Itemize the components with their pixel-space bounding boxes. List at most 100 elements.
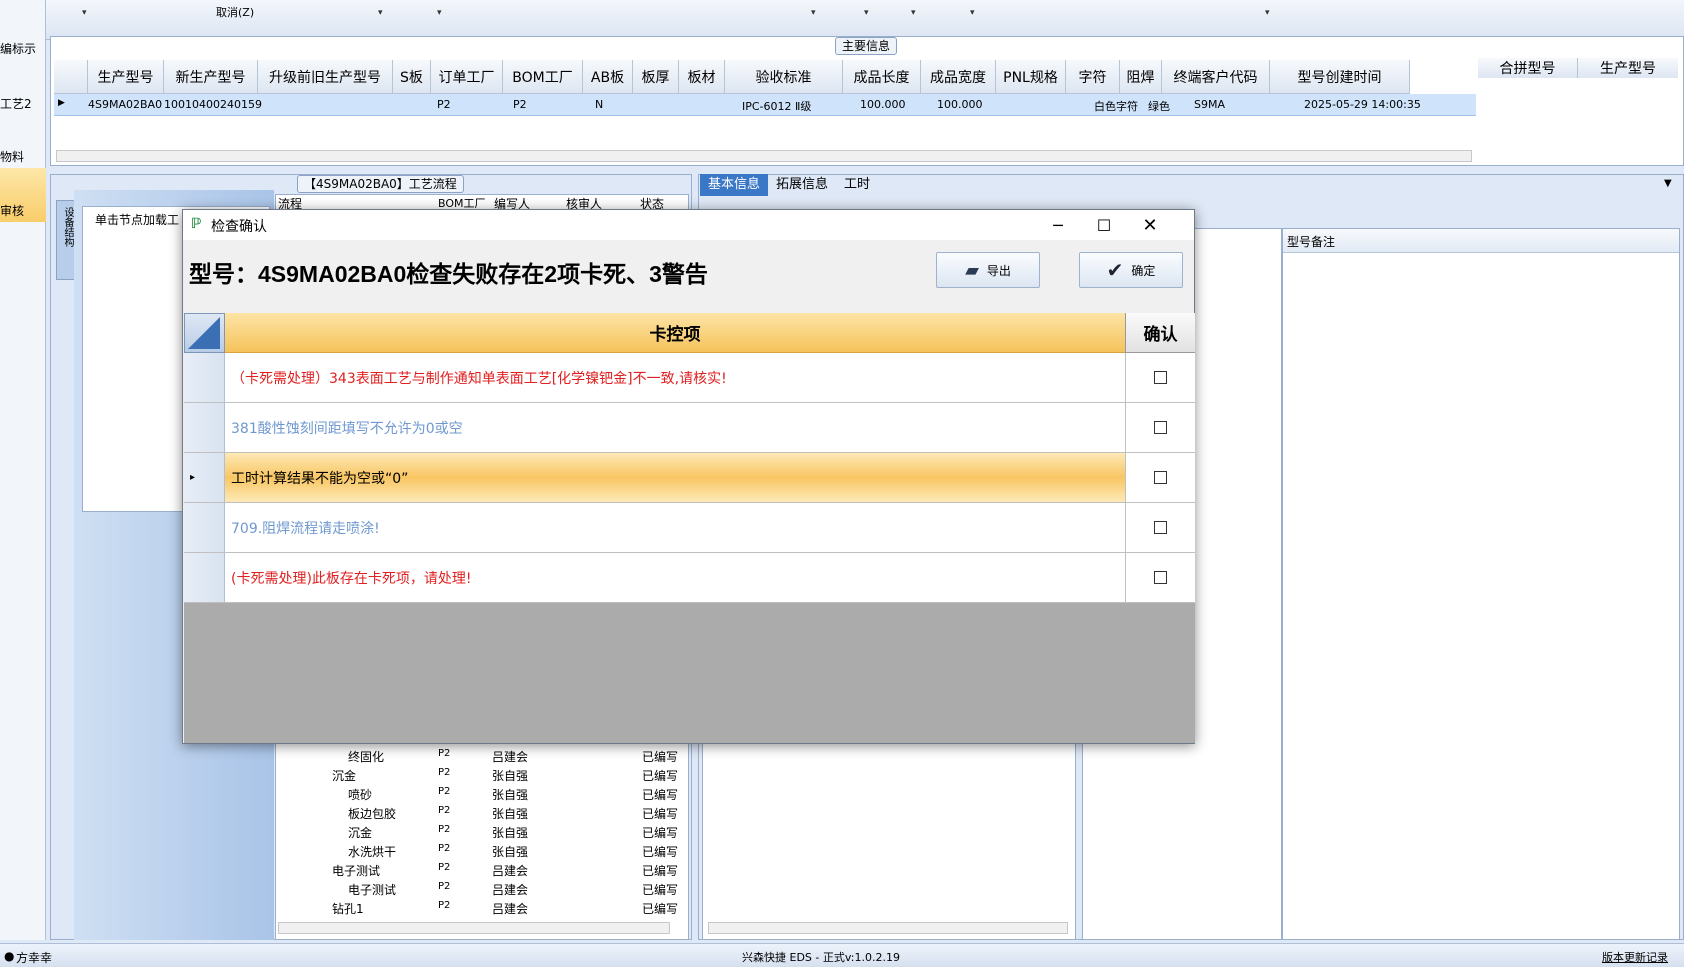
tree-cell-status: 已编写 [642,864,679,878]
tree-cell-status: 已编写 [642,902,679,916]
row-header[interactable] [184,403,225,452]
tree-cell-writer: 张自强 [492,845,529,859]
main-grid-header: 生产型号 新生产型号 升级前旧生产型号 S板 订单工厂 BOM工厂 AB板 板厚… [54,60,1410,94]
dropdown-arrow-icon[interactable]: ▾ [437,8,442,18]
dropdown-arrow-icon[interactable]: ▾ [970,8,975,18]
row-header[interactable]: ▸ [184,453,225,502]
dialog-headline: 型号：4S9MA02BA0检查失败存在2项卡死、3警告 [189,261,708,287]
dropdown-arrow-icon[interactable]: ▾ [82,8,87,18]
chevron-down-icon[interactable]: ▼ [1664,178,1672,189]
grid-column-header[interactable]: 成品宽度 [921,60,996,94]
table-row[interactable]: (卡死需处理)此板存在卡死项，请处理! [184,553,1195,603]
row-header[interactable] [184,353,225,402]
tree-node-name[interactable]: 钻孔1 [332,900,364,919]
row-header[interactable] [184,553,225,602]
grid-column-header[interactable]: AB板 [583,60,633,94]
tree-node-name[interactable]: 电子测试 [348,881,396,900]
vertical-tab[interactable]: 设备结构 [56,200,76,280]
confirm-checkbox[interactable] [1125,453,1195,502]
grid-column-header[interactable]: 验收标准 [725,60,843,94]
table-row[interactable]: （卡死需处理）343表面工艺与制作通知单表面工艺[化学镍钯金]不一致,请核实! [184,353,1195,403]
tree-cell-factory: P2 [438,786,451,797]
col-control-item[interactable]: 卡控项 [225,313,1125,353]
minimize-icon[interactable]: ─ [1035,210,1081,240]
grid-column-header[interactable]: 升级前旧生产型号 [258,60,393,94]
table-row[interactable]: ▶ 4S9MA02BA0 10010400240159 P2 P2 N IPC-… [54,94,1476,116]
confirm-checkbox[interactable] [1125,353,1195,402]
tree-node-name[interactable]: 电子测试 [332,862,380,881]
tree-cell-factory: P2 [438,881,451,892]
tree-node-name[interactable]: 喷砂 [348,786,372,805]
grid-column-header[interactable]: 板材 [679,60,725,94]
col-confirm[interactable]: 确认 [1125,313,1195,353]
grid-column-header[interactable]: S板 [393,60,431,94]
ok-button[interactable]: ✔ 确定 [1079,252,1183,288]
tree-hscrollbar[interactable] [278,922,670,934]
merge-column-header[interactable]: 合拼型号 [1478,58,1578,78]
dropdown-arrow-icon[interactable]: ▾ [864,8,869,18]
table-row[interactable]: 709.阻焊流程请走喷涂! [184,503,1195,553]
close-icon[interactable]: ✕ [1127,210,1173,240]
tree-node-name[interactable]: 沉金 [348,824,372,843]
dropdown-arrow-icon[interactable]: ▾ [811,8,816,18]
left-nav-item[interactable]: 审核 [0,202,24,219]
tree-cell-writer: 张自强 [492,769,529,783]
tree-cell-factory: P2 [438,805,451,816]
tab-basic-info[interactable]: 基本信息 [700,174,769,196]
tab-work-hours[interactable]: 工时 [836,174,878,196]
cell-width: 100.000 [937,98,983,111]
grid-column-header[interactable]: 订单工厂 [431,60,503,94]
grid-column-header[interactable]: PNL规格 [996,60,1066,94]
cell-model: 4S9MA02BA0 [88,98,163,111]
book-icon: ▰ [965,259,979,281]
maximize-icon[interactable]: ☐ [1081,210,1127,240]
merge-column-header[interactable]: 生产型号 [1578,58,1678,78]
version-log-link[interactable]: 版本更新记录 [1602,949,1668,965]
left-nav-item[interactable]: 编标示 [0,40,36,57]
confirm-checkbox[interactable] [1125,503,1195,552]
grid-column-header[interactable]: 生产型号 [88,60,164,94]
left-nav-item[interactable]: 物料 [0,148,24,165]
dropdown-arrow-icon[interactable]: ▾ [1265,8,1270,18]
cell-length: 100.000 [860,98,906,111]
cell-customer: S9MA [1194,98,1225,111]
table-row[interactable]: ▸ 工时计算结果不能为空或“0” [184,453,1195,503]
confirm-checkbox[interactable] [1125,553,1195,602]
app-icon: ℙ [191,216,202,232]
grid-column-header[interactable]: BOM工厂 [503,60,583,94]
main-hscrollbar[interactable] [56,150,1472,162]
grid-column-header[interactable]: 板厚 [633,60,679,94]
grid-column-header[interactable]: 型号创建时间 [1270,60,1410,94]
status-bar: ● 方幸幸 兴森快捷 EDS - 正式v:1.0.2.19 版本更新记录 [0,943,1684,967]
ok-label: 确定 [1131,263,1156,278]
grid-column-header[interactable]: 字符 [1066,60,1120,94]
check-confirm-dialog: ℙ 检查确认 ─ ☐ ✕ 型号：4S9MA02BA0检查失败存在2项卡死、3警告… [182,209,1195,744]
export-button[interactable]: ▰ 导出 [936,252,1040,288]
left-nav-item[interactable]: 工艺2 [0,95,32,112]
table-row[interactable]: 381酸性蚀刻间距填写不允许为0或空 [184,403,1195,453]
remark-pane: 型号备注 [1282,228,1680,940]
cancel-button[interactable]: 取消(Z) [216,4,254,20]
confirm-checkbox[interactable] [1125,403,1195,452]
grid-column-header[interactable]: 终端客户代码 [1162,60,1270,94]
grid-column-header[interactable]: 成品长度 [843,60,921,94]
tree-cell-factory: P2 [438,843,451,854]
checkmark-icon: ✔ [1106,258,1124,282]
tree-node-name[interactable]: 终固化 [348,748,384,767]
cell-standard: IPC-6012 Ⅱ级 [742,100,812,113]
grid-column-header[interactable]: 新生产型号 [164,60,258,94]
grid-corner[interactable] [54,60,88,94]
row-header[interactable] [184,503,225,552]
tree-node-name[interactable]: 沉金 [332,767,356,786]
grid-column-header[interactable]: 阻焊 [1120,60,1162,94]
info-hscrollbar[interactable] [708,922,1068,934]
dropdown-arrow-icon[interactable]: ▾ [911,8,916,18]
dropdown-arrow-icon[interactable]: ▾ [378,8,383,18]
status-app-version: 兴森快捷 EDS - 正式v:1.0.2.19 [742,951,900,964]
tree-node-name[interactable]: 水洗烘干 [348,843,396,862]
merge-grid-header: 合拼型号 生产型号 [1478,58,1678,78]
tree-node-name[interactable]: 板边包胶 [348,805,396,824]
table-corner[interactable] [184,313,225,353]
tree-cell-status: 已编写 [642,826,679,840]
tab-extended-info[interactable]: 拓展信息 [768,174,836,196]
